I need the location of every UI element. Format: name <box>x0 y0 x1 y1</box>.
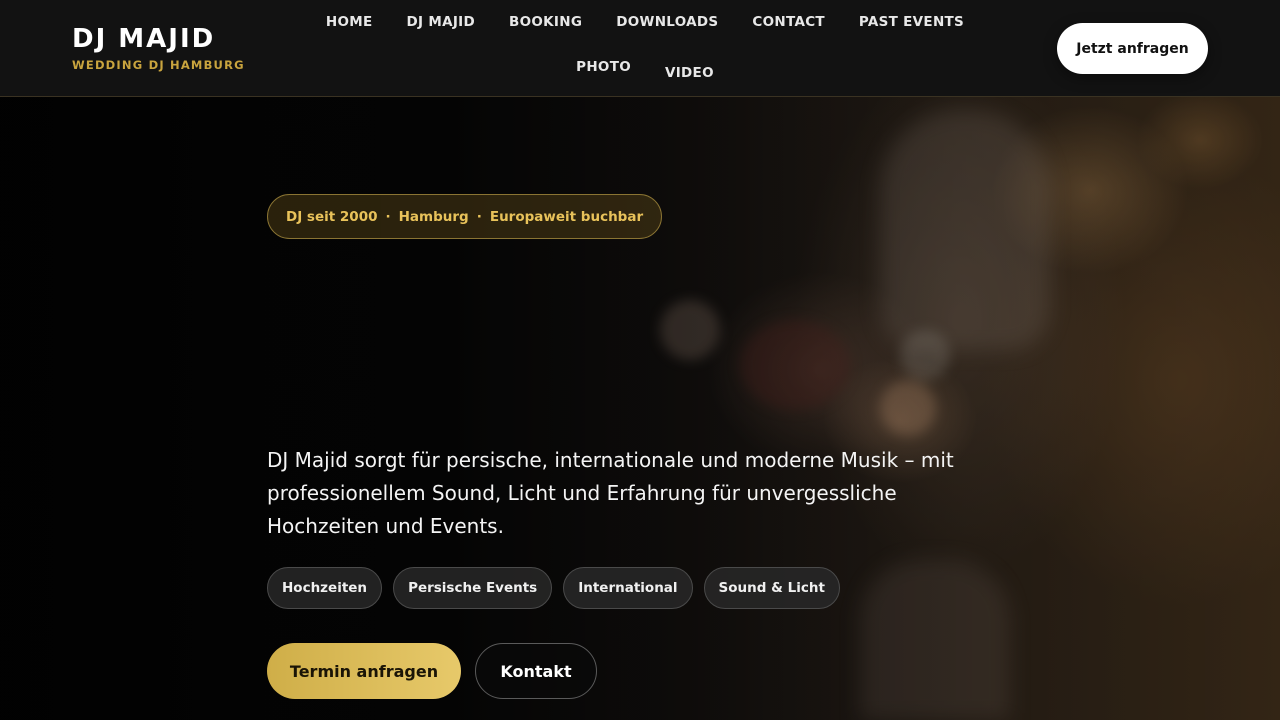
badge-separator: · <box>385 208 391 225</box>
hero-overlay <box>0 0 1280 720</box>
nav-item-video[interactable]: VIDEO <box>648 47 731 99</box>
tag-persische-events: Persische Events <box>393 567 553 609</box>
brand-title: DJ MAJID <box>72 24 216 54</box>
nav-item-past-events[interactable]: PAST EVENTS <box>842 0 981 45</box>
hero-lead-text: DJ Majid sorgt für persische, internatio… <box>267 448 954 538</box>
nav-item-contact[interactable]: CONTACT <box>735 0 842 45</box>
experience-badge: DJ seit 2000 · Hamburg · Europaweit buch… <box>267 194 663 239</box>
nav-item-home[interactable]: HOME <box>309 0 390 45</box>
service-tags: Hochzeiten Persische Events Internationa… <box>267 567 840 609</box>
hero-actions: Termin anfragen Kontakt <box>267 643 597 699</box>
nav-item-dj-majid[interactable]: DJ MAJID <box>390 0 492 45</box>
badge-separator: · <box>476 208 482 225</box>
tag-sound-licht: Sound & Licht <box>703 567 840 609</box>
tag-international: International <box>563 567 693 609</box>
badge-text-city: Hamburg <box>398 208 469 225</box>
brand-logo[interactable]: DJ MAJID WEDDING DJ HAMBURG <box>72 24 245 72</box>
badge-text-since: DJ seit 2000 <box>286 208 378 225</box>
termin-anfragen-button[interactable]: Termin anfragen <box>267 643 461 699</box>
jetzt-anfragen-button[interactable]: Jetzt anfragen <box>1057 23 1208 74</box>
nav-item-photo[interactable]: PHOTO <box>559 45 648 90</box>
nav-item-booking[interactable]: BOOKING <box>492 0 599 45</box>
brand-subtitle: WEDDING DJ HAMBURG <box>72 58 245 72</box>
main-navigation: HOME DJ MAJID BOOKING DOWNLOADS CONTACT … <box>285 0 1005 97</box>
site-header: DJ MAJID WEDDING DJ HAMBURG HOME DJ MAJI… <box>0 0 1280 97</box>
tag-hochzeiten: Hochzeiten <box>267 567 383 609</box>
badge-text-europe: Europaweit buchbar <box>489 208 644 225</box>
nav-item-downloads[interactable]: DOWNLOADS <box>599 0 735 45</box>
kontakt-button[interactable]: Kontakt <box>475 643 597 699</box>
